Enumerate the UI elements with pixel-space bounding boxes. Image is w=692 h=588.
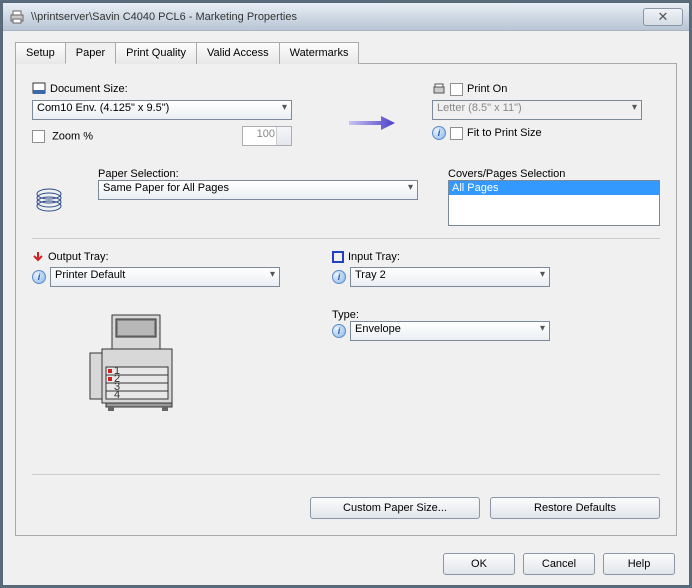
zoom-checkbox[interactable]: [32, 130, 45, 143]
svg-text:4: 4: [114, 389, 120, 401]
fit-checkbox[interactable]: [450, 127, 463, 140]
printer-illustration: 1 2 3 4: [82, 307, 192, 427]
zoom-checkbox-group[interactable]: Zoom %: [32, 130, 93, 143]
document-size-label: Document Size:: [50, 83, 128, 95]
tab-print-quality[interactable]: Print Quality: [115, 42, 197, 64]
help-icon-fit[interactable]: i: [432, 126, 446, 140]
content-area: Setup Paper Print Quality Valid Access W…: [3, 31, 689, 546]
input-tray-combo[interactable]: Tray 2: [350, 267, 550, 287]
properties-dialog: \\printserver\Savin C4040 PCL6 - Marketi…: [2, 2, 690, 586]
print-on-combo: Letter (8.5" x 11"): [432, 100, 642, 120]
printer-icon: [9, 9, 25, 25]
type-label: Type:: [332, 309, 660, 321]
custom-paper-size-button[interactable]: Custom Paper Size...: [310, 497, 480, 519]
output-tray-label: Output Tray:: [48, 251, 109, 263]
covers-listbox[interactable]: All Pages: [448, 180, 660, 226]
titlebar: \\printserver\Savin C4040 PCL6 - Marketi…: [3, 3, 689, 31]
paper-selection-label: Paper Selection:: [98, 168, 428, 180]
input-tray-icon: [332, 251, 344, 263]
fit-label: Fit to Print Size: [467, 127, 542, 139]
restore-defaults-button[interactable]: Restore Defaults: [490, 497, 660, 519]
tab-watermarks[interactable]: Watermarks: [279, 42, 360, 64]
tab-strip: Setup Paper Print Quality Valid Access W…: [15, 41, 677, 64]
covers-item-allpages[interactable]: All Pages: [449, 181, 659, 195]
covers-label: Covers/Pages Selection: [448, 168, 660, 180]
output-tray-combo[interactable]: Printer Default: [50, 267, 280, 287]
document-size-combo[interactable]: Com10 Env. (4.125" x 9.5"): [32, 100, 292, 120]
help-button[interactable]: Help: [603, 553, 675, 575]
paper-panel: Document Size: Com10 Env. (4.125" x 9.5"…: [15, 64, 677, 536]
divider: [32, 238, 660, 239]
cancel-button[interactable]: Cancel: [523, 553, 595, 575]
dialog-footer: OK Cancel Help: [443, 553, 675, 575]
help-icon-output[interactable]: i: [32, 270, 46, 284]
print-on-label: Print On: [467, 83, 507, 95]
type-combo[interactable]: Envelope: [350, 321, 550, 341]
window-title: \\printserver\Savin C4040 PCL6 - Marketi…: [31, 11, 643, 23]
ok-button[interactable]: OK: [443, 553, 515, 575]
paper-stack-icon: [32, 184, 66, 218]
close-button[interactable]: ✕: [643, 8, 683, 26]
zoom-spinner[interactable]: 100: [242, 126, 292, 146]
help-icon-type[interactable]: i: [332, 324, 346, 338]
print-on-icon: [432, 82, 446, 96]
divider-2: [32, 474, 660, 475]
print-on-checkbox[interactable]: [450, 83, 463, 96]
input-tray-label: Input Tray:: [348, 251, 400, 263]
zoom-label: Zoom %: [52, 130, 93, 142]
paper-selection-combo[interactable]: Same Paper for All Pages: [98, 180, 418, 200]
tab-setup[interactable]: Setup: [15, 42, 66, 64]
tab-valid-access[interactable]: Valid Access: [196, 42, 280, 64]
help-icon-input[interactable]: i: [332, 270, 346, 284]
document-icon: [32, 82, 46, 96]
arrow-icon: [347, 114, 397, 132]
output-arrow-icon: [32, 251, 44, 263]
tab-paper[interactable]: Paper: [65, 42, 116, 64]
